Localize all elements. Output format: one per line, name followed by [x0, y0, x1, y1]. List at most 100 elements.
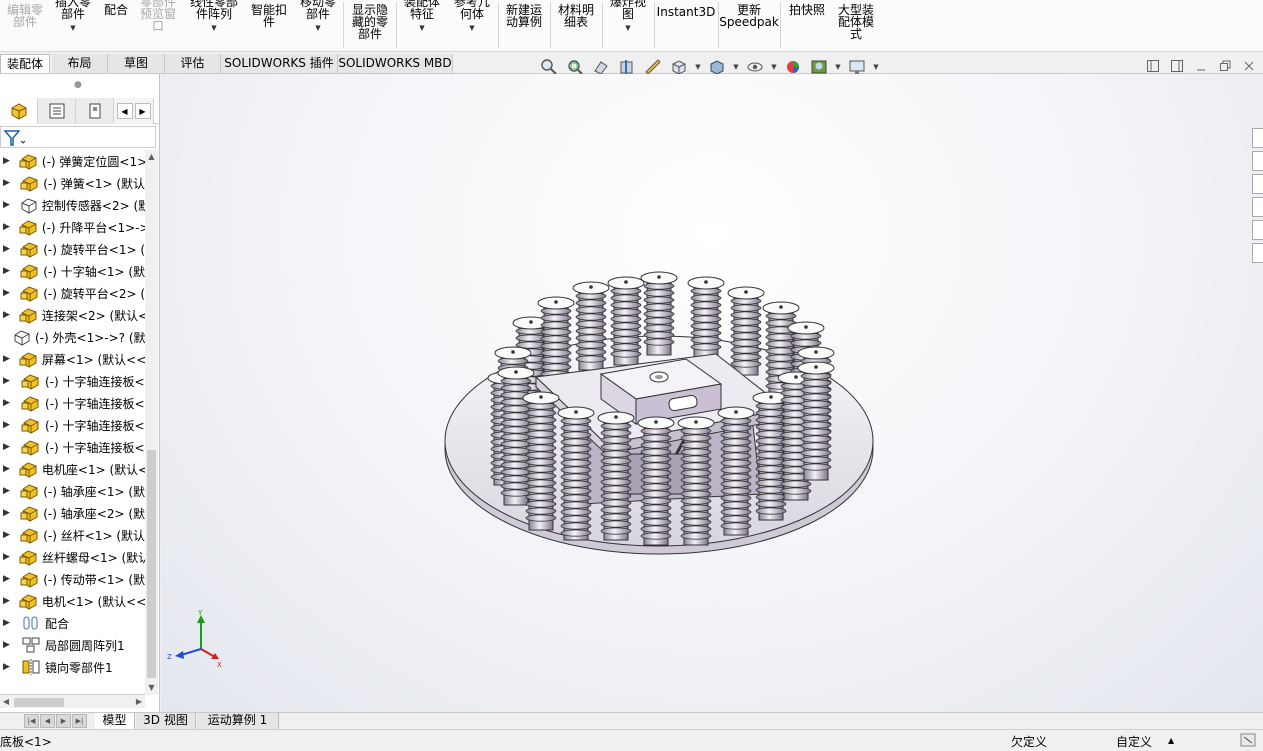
- expand-arrow-icon[interactable]: ▶: [3, 222, 10, 232]
- tab-motion-study[interactable]: 运动算例 1: [197, 713, 279, 729]
- chevron-down-icon[interactable]: ▼: [732, 63, 740, 71]
- tree-item[interactable]: ▶ (-) 弹簧定位圆<1>: [0, 150, 145, 172]
- restore-icon[interactable]: [1218, 59, 1232, 73]
- chevron-down-icon[interactable]: ▼: [211, 22, 216, 34]
- expand-arrow-icon[interactable]: ▶: [3, 354, 10, 364]
- tab-solidworks-addins[interactable]: SOLIDWORKS 插件: [221, 54, 338, 73]
- tab-assembly[interactable]: 装配体: [0, 54, 50, 73]
- expand-arrow-icon[interactable]: ▶: [3, 244, 11, 254]
- update-speedpak-button[interactable]: 更新 Speedpak: [719, 4, 779, 56]
- spring-part[interactable]: [687, 276, 725, 361]
- chevron-down-icon[interactable]: ▼: [419, 22, 424, 34]
- expand-arrow-icon[interactable]: ▶: [3, 508, 11, 518]
- tree-item[interactable]: ▶ 屏幕<1> (默认<<: [0, 348, 145, 370]
- chevron-down-icon[interactable]: ▼: [315, 22, 320, 34]
- scroll-up-icon[interactable]: ▲: [145, 150, 158, 164]
- first-tab-icon[interactable]: |◀: [24, 714, 39, 728]
- move-component-button[interactable]: 移动零 部件 ▼: [294, 0, 342, 48]
- scroll-left-icon[interactable]: ◀: [116, 103, 133, 119]
- expand-arrow-icon[interactable]: ▶: [3, 618, 11, 628]
- chevron-down-icon[interactable]: ▼: [625, 22, 630, 34]
- prev-tab-icon[interactable]: ◀: [40, 714, 55, 728]
- next-tab-icon[interactable]: ▶: [56, 714, 71, 728]
- expand-arrow-icon[interactable]: ▶: [3, 596, 10, 606]
- tree-vertical-scrollbar[interactable]: ▲ ▼: [145, 150, 158, 695]
- tab-solidworks-mbd[interactable]: SOLIDWORKS MBD: [338, 54, 453, 73]
- status-options-icon[interactable]: [1240, 733, 1256, 750]
- configuration-manager-tab[interactable]: [76, 98, 114, 124]
- spring-part[interactable]: [607, 276, 645, 366]
- status-units[interactable]: 自定义: [1116, 733, 1152, 750]
- spring-part[interactable]: [727, 286, 765, 376]
- tree-item[interactable]: ▶ (-) 丝杆<1> (默认: [0, 524, 145, 546]
- tree-item[interactable]: ▶ 配合: [0, 612, 145, 634]
- expand-arrow-icon[interactable]: ▶: [3, 662, 11, 672]
- tree-item[interactable]: ▶ (-) 传动带<1> (默: [0, 568, 145, 590]
- edit-component-button[interactable]: 编辑零 部件: [2, 4, 48, 56]
- tree-item[interactable]: (-) 外壳<1>->? (默: [0, 326, 145, 348]
- expand-arrow-icon[interactable]: ▶: [3, 574, 11, 584]
- tree-item[interactable]: ▶ (-) 旋转平台<1> (: [0, 238, 145, 260]
- feature-manager-tab[interactable]: [0, 98, 38, 124]
- expand-arrow-icon[interactable]: ▶: [3, 178, 11, 188]
- tree-item[interactable]: ▶ (-) 轴承座<2> (默: [0, 502, 145, 524]
- tile-left-icon[interactable]: [1146, 59, 1160, 73]
- expand-arrow-icon[interactable]: ▶: [3, 398, 11, 408]
- tab-layout[interactable]: 布局: [52, 54, 108, 73]
- expand-arrow-icon[interactable]: ▶: [3, 464, 10, 474]
- expand-arrow-icon[interactable]: ▶: [3, 442, 11, 452]
- tree-item[interactable]: ▶ 控制传感器<2> (默: [0, 194, 145, 216]
- scroll-right-icon[interactable]: ▶: [133, 695, 145, 709]
- bill-of-materials-button[interactable]: 材料明 细表: [552, 4, 600, 56]
- tree-item[interactable]: ▶ (-) 十字轴连接板<: [0, 370, 145, 392]
- tree-item[interactable]: ▶ 电机座<1> (默认<: [0, 458, 145, 480]
- chevron-down-icon[interactable]: ▼: [872, 63, 880, 71]
- tab-3d-view[interactable]: 3D 视图: [136, 713, 196, 729]
- chevron-down-icon[interactable]: ▼: [469, 22, 474, 34]
- spring-part[interactable]: [572, 281, 610, 371]
- chevron-down-icon[interactable]: ▼: [694, 63, 702, 71]
- expand-arrow-icon[interactable]: ▶: [3, 266, 11, 276]
- filter-icon[interactable]: [3, 129, 27, 147]
- solidworks-resources-icon[interactable]: [1252, 128, 1263, 148]
- expand-arrow-icon[interactable]: ▶: [3, 420, 11, 430]
- tree-item[interactable]: ▶ (-) 十字轴<1> (默: [0, 260, 145, 282]
- tree-item[interactable]: ▶ (-) 十字轴连接板<: [0, 436, 145, 458]
- tree-item[interactable]: ▶ 连接架<2> (默认<: [0, 304, 145, 326]
- panel-grip-icon[interactable]: ●: [74, 80, 82, 90]
- chevron-down-icon[interactable]: ▼: [770, 63, 778, 71]
- expand-arrow-icon[interactable]: ▶: [3, 530, 11, 540]
- chevron-down-icon[interactable]: ▼: [70, 22, 75, 34]
- insert-components-button[interactable]: 插入零 部件 ▼: [50, 0, 96, 48]
- tile-right-icon[interactable]: [1170, 59, 1184, 73]
- tree-filter[interactable]: [0, 126, 156, 148]
- tree-item[interactable]: ▶ (-) 弹簧<1> (默认: [0, 172, 145, 194]
- property-manager-tab[interactable]: [38, 98, 76, 124]
- tree-item[interactable]: ▶ (-) 轴承座<1> (默: [0, 480, 145, 502]
- component-preview-button[interactable]: 零部件 预览窗 口: [134, 0, 182, 48]
- expand-arrow-icon[interactable]: ▶: [3, 640, 11, 650]
- tree-item[interactable]: ▶ (-) 旋转平台<2> (: [0, 282, 145, 304]
- expand-arrow-icon[interactable]: ▶: [3, 310, 10, 320]
- expand-arrow-icon[interactable]: ▶: [3, 486, 11, 496]
- file-explorer-icon[interactable]: [1252, 174, 1263, 194]
- tree-horizontal-scrollbar[interactable]: ◀ ▶: [0, 694, 145, 708]
- large-assembly-mode-button[interactable]: 大型装 配体模 式: [832, 4, 880, 56]
- reference-geometry-button[interactable]: 参考几 何体 ▼: [448, 0, 496, 48]
- assembly-features-button[interactable]: 装配体 特征 ▼: [398, 0, 446, 48]
- tab-evaluate[interactable]: 评估: [165, 54, 221, 73]
- appearances-icon[interactable]: [1252, 220, 1263, 240]
- scroll-right-icon[interactable]: ▶: [134, 103, 151, 119]
- expand-arrow-icon[interactable]: ▶: [3, 288, 11, 298]
- graphics-viewport[interactable]: Y X Z: [161, 74, 1263, 712]
- minimize-icon[interactable]: [1194, 59, 1208, 73]
- view-palette-icon[interactable]: [1252, 197, 1263, 217]
- tab-sketch[interactable]: 草图: [108, 54, 165, 73]
- chevron-up-icon[interactable]: ▲: [1168, 736, 1174, 745]
- take-snapshot-button[interactable]: 拍快照: [782, 4, 832, 56]
- assembly-model[interactable]: [431, 259, 891, 589]
- chevron-down-icon[interactable]: ▼: [834, 63, 842, 71]
- close-icon[interactable]: [1242, 59, 1256, 73]
- mate-button[interactable]: 配合: [98, 4, 134, 56]
- scroll-thumb[interactable]: [147, 450, 156, 678]
